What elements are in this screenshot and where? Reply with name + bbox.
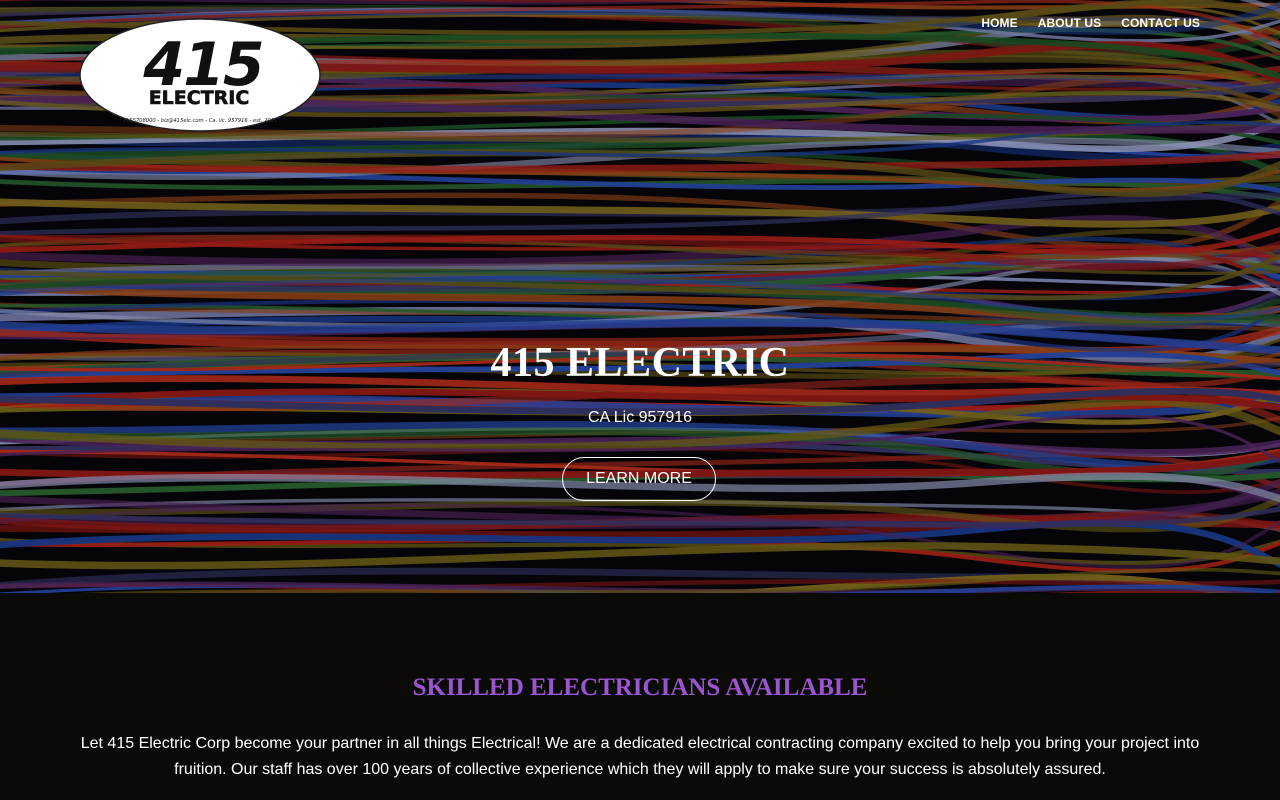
learn-more-button[interactable]: LEARN MORE — [562, 457, 716, 501]
company-logo[interactable]: 415 ELECTRIC 4155708000 - biz@415elc.com… — [79, 18, 321, 132]
logo-word: ELECTRIC — [149, 87, 250, 109]
about-section: SKILLED ELECTRICIANS AVAILABLE Let 415 E… — [0, 593, 1280, 800]
section-heading: SKILLED ELECTRICIANS AVAILABLE — [412, 674, 868, 701]
license-number: CA Lic 957916 — [587, 409, 693, 426]
nav-about-us-link[interactable]: ABOUT US — [1038, 16, 1101, 30]
hero-section: 415 ELECTRIC 4155708000 - biz@415elc.com… — [0, 0, 1280, 593]
about-paragraph: Let 415 Electric Corp become your partne… — [80, 735, 1200, 778]
logo-fine-print: 4155708000 - biz@415elc.com - Ca. lic. 9… — [123, 118, 278, 124]
nav-home-link[interactable]: HOME — [981, 16, 1017, 30]
hero-title: 415 ELECTRIC — [490, 340, 790, 386]
main-navigation: HOME ABOUT US CONTACT US — [981, 16, 1200, 30]
nav-contact-us-link[interactable]: CONTACT US — [1121, 16, 1200, 30]
